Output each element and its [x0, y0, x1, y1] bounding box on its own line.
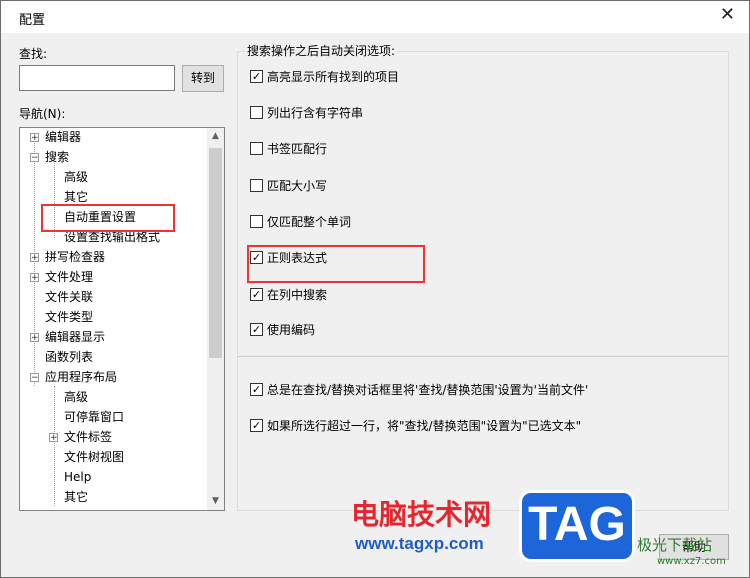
- checkbox-unchecked-icon[interactable]: [250, 106, 263, 119]
- option-label: 仅匹配整个单词: [267, 215, 352, 229]
- checkbox-checked-icon[interactable]: ✓: [250, 383, 263, 396]
- option-label: 书签匹配行: [267, 142, 328, 156]
- checkbox-checked-icon[interactable]: ✓: [250, 419, 263, 432]
- tree-item-label: 编辑器显示: [45, 330, 106, 344]
- tree-item-help[interactable]: Help: [64, 468, 91, 486]
- tree-item-dockable-windows[interactable]: 可停靠窗口: [64, 408, 124, 426]
- checkbox-unchecked-icon[interactable]: [250, 215, 263, 228]
- expand-icon[interactable]: +: [30, 133, 39, 143]
- checkbox-checked-icon[interactable]: ✓: [250, 323, 263, 336]
- option-label: 匹配大小写: [267, 179, 328, 193]
- options-group-title: 搜索操作之后自动关闭选项:: [245, 42, 398, 59]
- checkbox-checked-icon[interactable]: ✓: [250, 70, 263, 83]
- checkbox-unchecked-icon[interactable]: [250, 179, 263, 192]
- watermark-site: 极光下载站: [637, 536, 713, 554]
- expand-icon[interactable]: +: [30, 273, 39, 283]
- watermark-url: www.tagxp.com: [355, 534, 484, 553]
- tree-item-label: 搜索: [45, 150, 70, 164]
- watermark-site-url: www.xz7.com: [657, 556, 726, 567]
- checkbox-unchecked-icon[interactable]: [250, 142, 263, 155]
- expand-icon[interactable]: +: [49, 433, 58, 443]
- highlight-box-regex: [247, 245, 425, 283]
- close-icon[interactable]: ✕: [720, 5, 735, 25]
- tree-scrollbar[interactable]: ▲ ▼: [207, 128, 224, 510]
- tree-item-file-tree-view[interactable]: 文件树视图: [64, 448, 124, 466]
- expand-icon[interactable]: +: [30, 253, 39, 263]
- tree-item-label: 拼写检查器: [45, 250, 106, 264]
- option-label: 列出行含有字符串: [267, 106, 364, 120]
- window-title: 配置: [19, 13, 46, 28]
- tree-item-file-association[interactable]: 文件关联: [45, 288, 93, 306]
- nav-tree[interactable]: + 编辑器 − 搜索 高级 其它 自动重置设置 设置查找输出格式 + 拼写检查器…: [19, 127, 225, 511]
- tree-item-search-advanced[interactable]: 高级: [64, 168, 88, 186]
- option-label: 使用编码: [267, 323, 316, 337]
- checkbox-checked-icon[interactable]: ✓: [250, 288, 263, 301]
- option-label: 总是在查找/替换对话框里将'查找/替换范围'设置为'当前文件': [267, 383, 589, 397]
- expand-icon[interactable]: +: [30, 333, 39, 343]
- tree-item-label: 文件标签: [64, 430, 113, 444]
- tree-item-label: 文件处理: [45, 270, 94, 284]
- tree-item-layout-other[interactable]: 其它: [64, 488, 88, 506]
- goto-button[interactable]: 转到: [182, 65, 224, 92]
- tree-connector: [54, 386, 55, 506]
- option-label: 高亮显示所有找到的项目: [267, 70, 400, 84]
- watermark-text: 电脑技术网: [351, 498, 492, 531]
- tree-item-label: 编辑器: [45, 130, 82, 144]
- find-label: 查找:: [19, 47, 48, 61]
- watermark-logo: TAG: [519, 490, 635, 562]
- tree-item-label: 应用程序布局: [45, 370, 118, 384]
- scroll-up-icon[interactable]: ▲: [207, 128, 224, 145]
- option-label: 在列中搜索: [267, 288, 328, 302]
- title-bar: 配置 ✕: [1, 1, 749, 33]
- scroll-thumb[interactable]: [209, 148, 222, 358]
- option-label: 如果所选行超过一行，将"查找/替换范围"设置为"已选文本": [267, 419, 582, 433]
- tree-item-function-list[interactable]: 函数列表: [45, 348, 93, 366]
- config-dialog: 配置 ✕ 查找: 转到 导航(N): + 编辑器 − 搜索 高级 其它 自动重置…: [0, 0, 750, 578]
- highlight-box-tree: [41, 204, 175, 232]
- tree-item-file-types[interactable]: 文件类型: [45, 308, 93, 326]
- collapse-icon[interactable]: −: [30, 153, 39, 163]
- scroll-down-icon[interactable]: ▼: [207, 493, 224, 510]
- collapse-icon[interactable]: −: [30, 373, 39, 383]
- find-input[interactable]: [19, 65, 175, 91]
- tree-item-layout-advanced[interactable]: 高级: [64, 388, 88, 406]
- options-divider: [238, 356, 728, 357]
- nav-label: 导航(N):: [19, 107, 66, 121]
